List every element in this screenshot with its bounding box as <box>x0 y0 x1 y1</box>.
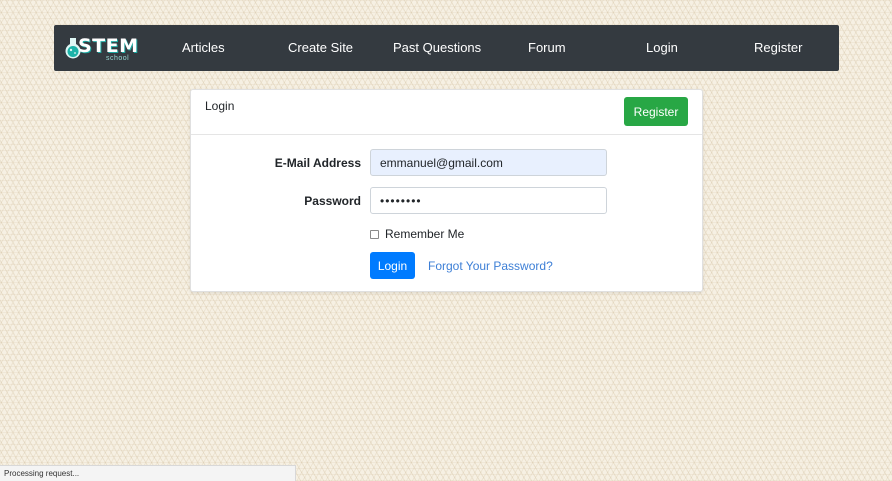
password-label: Password <box>304 194 361 208</box>
nav-past-questions[interactable]: Past Questions <box>393 25 481 71</box>
remember-me-checkbox[interactable] <box>370 229 379 239</box>
nav-register[interactable]: Register <box>754 25 802 71</box>
forgot-password-link[interactable]: Forgot Your Password? <box>428 259 553 273</box>
login-card: Login Register E-Mail Address Password R… <box>190 89 703 292</box>
email-field[interactable] <box>370 149 607 176</box>
logo-subtitle: school <box>106 55 130 62</box>
browser-status-bar: Processing request... <box>0 465 296 481</box>
card-header: Login Register <box>191 90 702 135</box>
nav-articles[interactable]: Articles <box>182 25 225 71</box>
remember-me-label[interactable]: Remember Me <box>385 227 464 241</box>
nav-forum[interactable]: Forum <box>528 25 566 71</box>
remember-me-row[interactable]: Remember Me <box>370 226 464 242</box>
top-navbar: STEM school Articles Create Site Past Qu… <box>54 25 839 71</box>
nav-create-site[interactable]: Create Site <box>288 25 353 71</box>
login-button[interactable]: Login <box>370 252 415 279</box>
password-field[interactable] <box>370 187 607 214</box>
register-button[interactable]: Register <box>624 97 688 126</box>
nav-login[interactable]: Login <box>646 25 678 71</box>
email-label: E-Mail Address <box>274 156 361 170</box>
card-title: Login <box>205 99 235 113</box>
stem-school-logo[interactable]: STEM school <box>60 33 138 63</box>
logo-title: STEM <box>78 35 139 57</box>
